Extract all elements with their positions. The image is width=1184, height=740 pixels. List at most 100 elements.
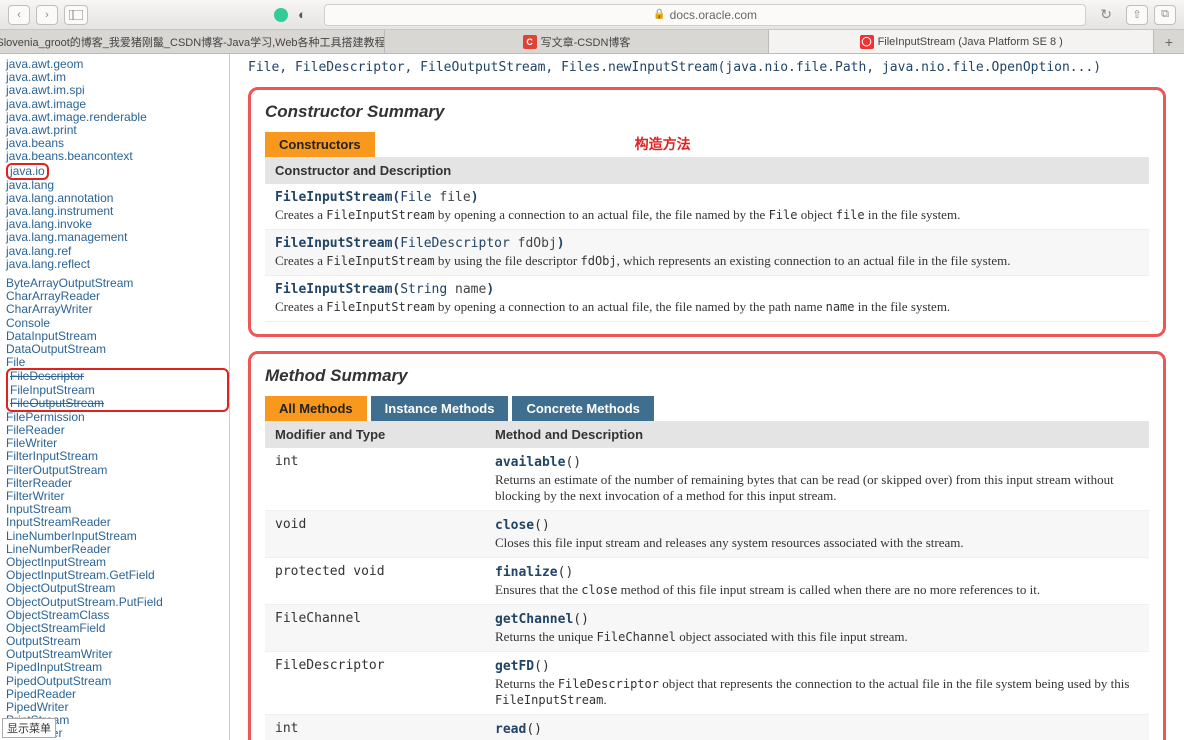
tab-label: Slovenia_groot的博客_我爱猪刚鬣_CSDN博客-Java学习,We… bbox=[0, 34, 385, 50]
sidebar-icon bbox=[69, 10, 83, 20]
annotation-note: 构造方法 bbox=[635, 134, 691, 154]
constructor-signature[interactable]: FileInputStream(File file) bbox=[275, 190, 1139, 205]
class-link[interactable]: LineNumberReader bbox=[6, 543, 229, 556]
method-row: voidclose() Closes this file input stream… bbox=[265, 511, 1149, 558]
method-row: protected voidfinalize() Ensures that the… bbox=[265, 558, 1149, 605]
class-link[interactable]: FilterInputStream bbox=[6, 450, 229, 463]
csdn-icon: C bbox=[523, 35, 537, 49]
forward-button[interactable]: › bbox=[36, 5, 58, 25]
tab-label: FileInputStream (Java Platform SE 8 ) bbox=[878, 36, 1063, 48]
constructor-row: FileInputStream(String name) Creates a Fi… bbox=[265, 276, 1149, 322]
class-link[interactable]: LineNumberInputStream bbox=[6, 530, 229, 543]
method-name[interactable]: getChannel() bbox=[495, 611, 1139, 627]
method-description: Returns the unique FileChannel object as… bbox=[495, 629, 1139, 645]
method-modifier: FileChannel bbox=[275, 611, 495, 645]
method-name[interactable]: finalize() bbox=[495, 564, 1139, 580]
method-row: intread()Reads a byte of data from this … bbox=[265, 715, 1149, 740]
class-link[interactable]: PipedInputStream bbox=[6, 661, 229, 674]
constructor-description: Creates a FileInputStream by opening a c… bbox=[275, 299, 1139, 315]
method-modifier: int bbox=[275, 454, 495, 504]
tab-label: 写文章-CSDN博客 bbox=[541, 34, 631, 50]
sidebar-toggle-button[interactable] bbox=[64, 5, 88, 25]
package-sidebar[interactable]: java.awt.geomjava.awt.imjava.awt.im.spij… bbox=[0, 54, 230, 740]
content-area: java.awt.geomjava.awt.imjava.awt.im.spij… bbox=[0, 54, 1184, 740]
new-tab-button[interactable]: + bbox=[1154, 30, 1184, 53]
package-link[interactable]: java.awt.image.renderable bbox=[6, 111, 229, 124]
tab-csdn-write[interactable]: C 写文章-CSDN博客 bbox=[385, 30, 770, 53]
oracle-icon: ◯ bbox=[860, 35, 874, 49]
back-button[interactable]: ‹ bbox=[8, 5, 30, 25]
constructor-row: FileInputStream(FileDescriptor fdObj) Cre… bbox=[265, 230, 1149, 276]
see-also-links[interactable]: File, FileDescriptor, FileOutputStream, … bbox=[248, 60, 1166, 75]
constructor-row: FileInputStream(File file) Creates a File… bbox=[265, 184, 1149, 230]
method-header-desc: Method and Description bbox=[495, 427, 1139, 442]
tab-concrete-methods[interactable]: Concrete Methods bbox=[512, 396, 653, 421]
class-link[interactable]: InputStreamReader bbox=[6, 516, 229, 529]
method-summary-title: Method Summary bbox=[265, 366, 1149, 386]
method-name[interactable]: available() bbox=[495, 454, 1139, 470]
package-link[interactable]: java.beans.beancontext bbox=[6, 150, 229, 163]
method-description: Ensures that the close method of this fi… bbox=[495, 582, 1139, 598]
share-button[interactable]: ⇧ bbox=[1126, 5, 1148, 25]
class-link[interactable]: DataInputStream bbox=[6, 330, 229, 343]
class-link[interactable]: DataOutputStream bbox=[6, 343, 229, 356]
method-description: Returns the FileDescriptor object that r… bbox=[495, 676, 1139, 708]
class-link[interactable]: FileDescriptor bbox=[10, 370, 225, 383]
method-row: FileDescriptorgetFD() Returns the FileDes… bbox=[265, 652, 1149, 715]
main-content: File, FileDescriptor, FileOutputStream, … bbox=[230, 54, 1184, 740]
extension-icon[interactable] bbox=[274, 8, 288, 22]
method-description: Returns an estimate of the number of rem… bbox=[495, 472, 1139, 504]
constructor-signature[interactable]: FileInputStream(String name) bbox=[275, 282, 1139, 297]
method-modifier: FileDescriptor bbox=[275, 658, 495, 708]
method-row: intavailable() Returns an estimate of the… bbox=[265, 448, 1149, 511]
constructor-description: Creates a FileInputStream by using the f… bbox=[275, 253, 1139, 269]
tab-javadoc[interactable]: ◯ FileInputStream (Java Platform SE 8 ) bbox=[769, 30, 1154, 53]
constructor-summary-box: Constructor Summary Constructors 构造方法 Con… bbox=[248, 87, 1166, 337]
method-name[interactable]: close() bbox=[495, 517, 1139, 533]
method-modifier: protected void bbox=[275, 564, 495, 598]
constructors-tab[interactable]: Constructors bbox=[265, 132, 375, 157]
method-tabs: All Methods Instance Methods Concrete Me… bbox=[265, 396, 1149, 421]
package-link[interactable]: java.lang.ref bbox=[6, 245, 229, 258]
class-link[interactable]: ObjectStreamClass bbox=[6, 609, 229, 622]
url-text: docs.oracle.com bbox=[670, 8, 757, 22]
class-link[interactable]: FileInputStream bbox=[10, 384, 225, 397]
method-header-modifier: Modifier and Type bbox=[275, 427, 495, 442]
status-bar: 显示菜单 bbox=[2, 718, 56, 738]
package-link[interactable]: java.lang bbox=[6, 179, 229, 192]
lock-icon: 🔒 bbox=[653, 9, 665, 20]
tab-csdn-blog[interactable]: CSlovenia_groot的博客_我爱猪刚鬣_CSDN博客-Java学习,W… bbox=[0, 30, 385, 53]
tabs-button[interactable]: ⧉ bbox=[1154, 5, 1176, 25]
method-modifier: int bbox=[275, 721, 495, 740]
class-link[interactable]: ObjectOutputStream.PutField bbox=[6, 596, 229, 609]
class-link[interactable]: CharArrayWriter bbox=[6, 303, 229, 316]
tab-instance-methods[interactable]: Instance Methods bbox=[371, 396, 509, 421]
method-row: FileChannelgetChannel() Returns the uniqu… bbox=[265, 605, 1149, 652]
constructor-description: Creates a FileInputStream by opening a c… bbox=[275, 207, 1139, 223]
constructor-header: Constructor and Description bbox=[265, 157, 1149, 184]
shield-icon[interactable]: ◐ bbox=[294, 7, 310, 23]
package-link[interactable]: java.awt.im.spi bbox=[6, 84, 229, 97]
constructor-summary-title: Constructor Summary bbox=[265, 102, 1149, 122]
method-modifier: void bbox=[275, 517, 495, 551]
browser-toolbar: ‹ › ◐ 🔒 docs.oracle.com ↻ ⇧ ⧉ bbox=[0, 0, 1184, 30]
method-description: Closes this file input stream and releas… bbox=[495, 535, 1139, 551]
refresh-button[interactable]: ↻ bbox=[1100, 6, 1112, 23]
tab-all-methods[interactable]: All Methods bbox=[265, 396, 367, 421]
package-link[interactable]: java.awt.image bbox=[6, 98, 229, 111]
method-name[interactable]: read() bbox=[495, 721, 1139, 737]
constructor-signature[interactable]: FileInputStream(FileDescriptor fdObj) bbox=[275, 236, 1139, 251]
class-link[interactable]: PipedOutputStream bbox=[6, 675, 229, 688]
package-link[interactable]: java.io bbox=[10, 165, 45, 178]
method-header-row: Modifier and Type Method and Description bbox=[265, 421, 1149, 448]
class-link[interactable]: Console bbox=[6, 317, 229, 330]
browser-tabs: C Slovenia_groot的博客_我爱猪刚鬣_CSDN博客-Java学习,W… bbox=[0, 30, 1184, 54]
method-summary-box: Method Summary All Methods Instance Meth… bbox=[248, 351, 1166, 740]
method-name[interactable]: getFD() bbox=[495, 658, 1139, 674]
package-link[interactable]: java.lang.management bbox=[6, 231, 229, 244]
package-link[interactable]: java.lang.reflect bbox=[6, 258, 229, 271]
class-link[interactable]: ObjectOutputStream bbox=[6, 582, 229, 595]
class-link[interactable]: FileOutputStream bbox=[10, 397, 225, 410]
class-link[interactable]: FilterOutputStream bbox=[6, 464, 229, 477]
url-bar[interactable]: 🔒 docs.oracle.com bbox=[324, 4, 1086, 26]
